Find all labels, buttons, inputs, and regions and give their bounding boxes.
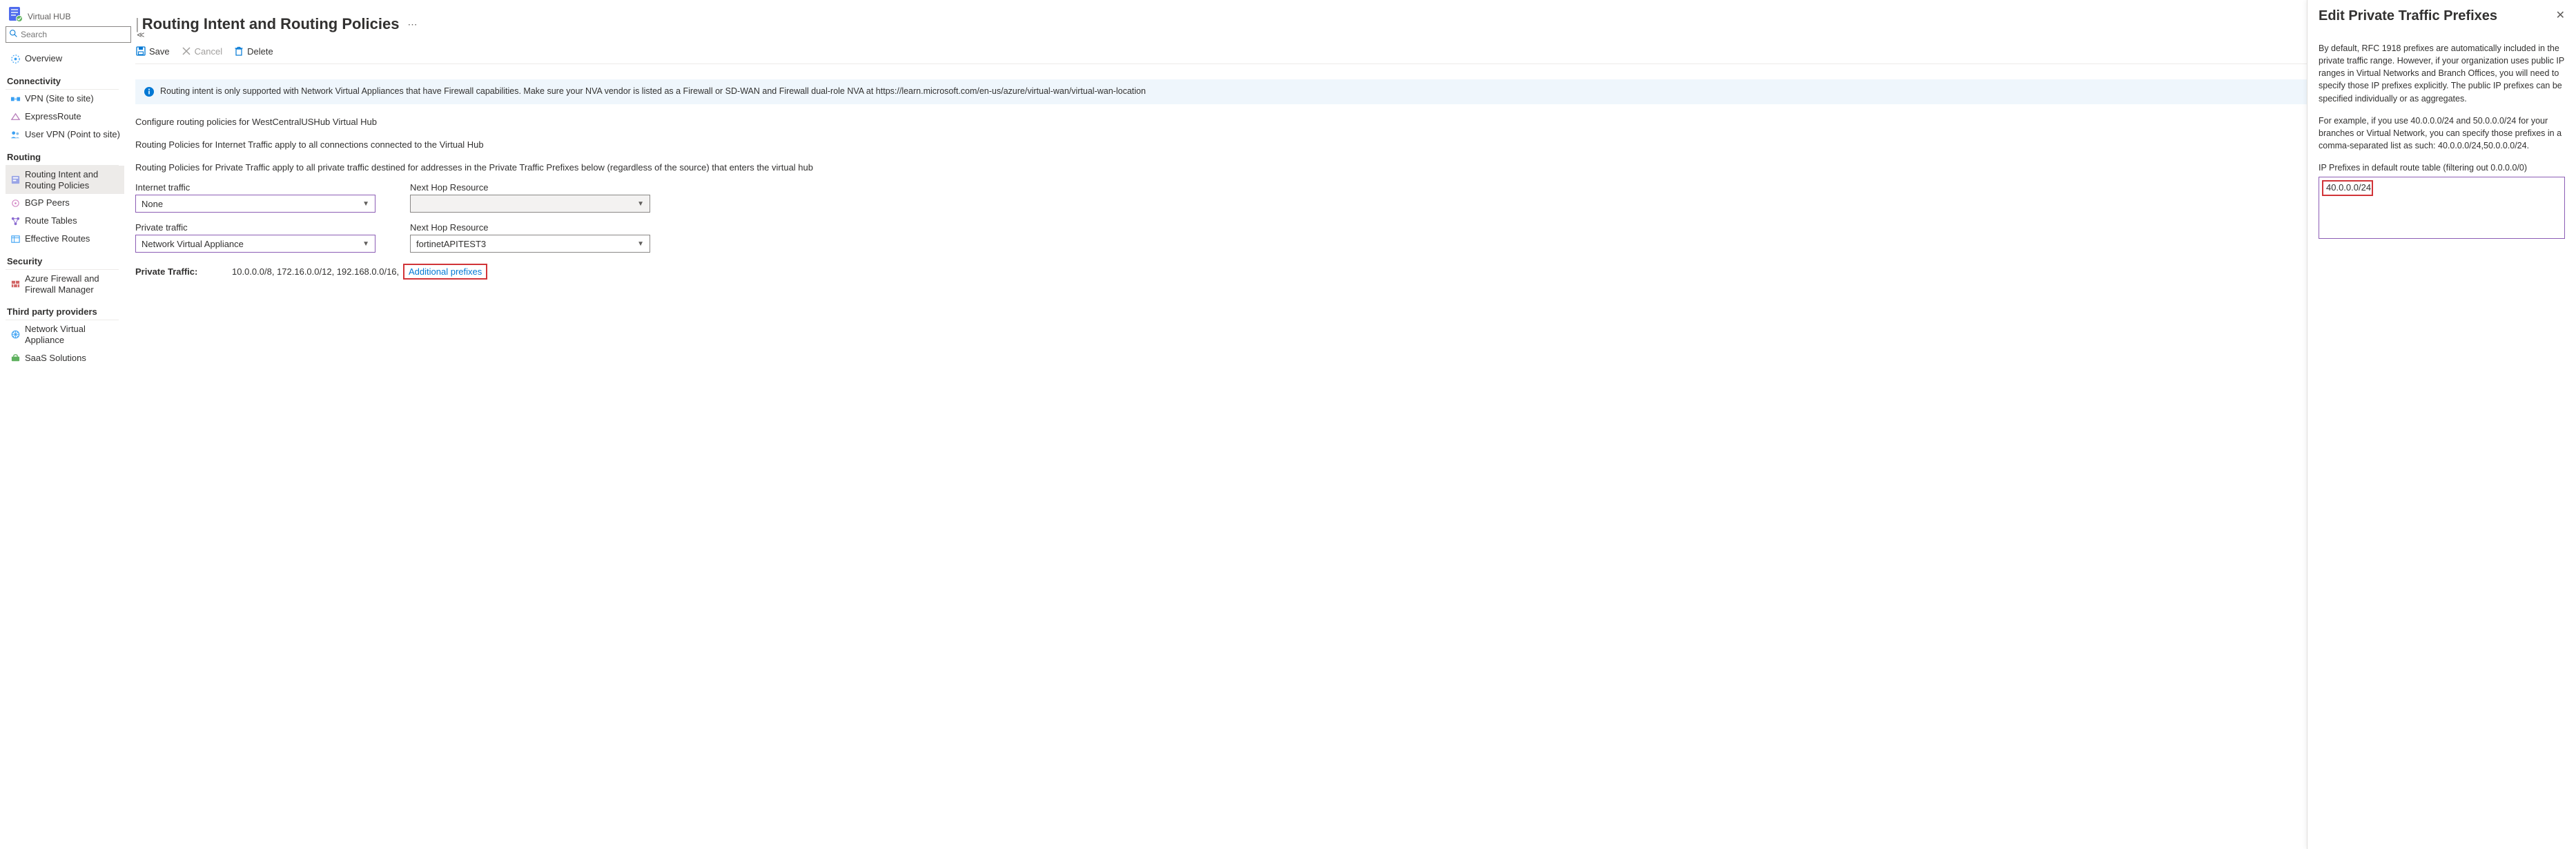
pipe-divider: | — [135, 15, 139, 33]
internet-traffic-value: None — [142, 199, 163, 209]
sidebar-item-expressroute[interactable]: ExpressRoute — [6, 108, 124, 126]
close-icon[interactable]: ✕ — [2556, 8, 2565, 22]
private-traffic-static-label: Private Traffic: — [135, 266, 232, 277]
toolbar: Save Cancel Delete — [135, 46, 2307, 57]
main-content: | Routing Intent and Routing Policies ⋯ … — [124, 0, 2307, 849]
chevron-down-icon: ▼ — [637, 200, 644, 208]
section-routing: Routing — [6, 146, 119, 166]
private-traffic-label: Private traffic — [135, 222, 375, 233]
overview-icon — [10, 53, 21, 64]
routing-intent-icon — [10, 175, 21, 186]
sidebar-item-label: ExpressRoute — [25, 111, 120, 122]
save-icon — [135, 46, 146, 57]
desc-3: Routing Policies for Private Traffic app… — [135, 162, 2307, 173]
bgp-icon — [10, 197, 21, 208]
section-security: Security — [6, 251, 119, 270]
uservpn-icon — [10, 129, 21, 140]
sidebar-item-routing-intent[interactable]: Routing Intent and Routing Policies — [6, 166, 124, 194]
saas-icon — [10, 353, 21, 364]
title-bar: | Routing Intent and Routing Policies ⋯ — [135, 0, 2307, 33]
section-connectivity: Connectivity — [6, 70, 119, 90]
sidebar-item-label: Effective Routes — [25, 233, 120, 244]
search-input[interactable] — [21, 30, 128, 39]
sidebar-item-label: Routing Intent and Routing Policies — [25, 169, 120, 191]
sidebar-item-nva[interactable]: Network Virtual Appliance — [6, 320, 124, 349]
hub-icon — [7, 6, 23, 22]
hub-header: Virtual HUB — [6, 6, 124, 22]
sidebar-item-saas[interactable]: SaaS Solutions — [6, 349, 124, 367]
route-tables-icon — [10, 215, 21, 226]
sidebar: Virtual HUB ≪ Overview Connectivity VPN … — [0, 0, 124, 849]
panel-paragraph-1: By default, RFC 1918 prefixes are automa… — [2319, 42, 2565, 105]
search-input-wrap[interactable] — [6, 26, 131, 43]
internet-traffic-label: Internet traffic — [135, 182, 375, 193]
additional-prefixes-highlight: Additional prefixes — [403, 264, 487, 280]
internet-traffic-select[interactable]: None ▼ — [135, 195, 375, 213]
cancel-icon — [181, 46, 192, 57]
sidebar-item-vpn-s2s[interactable]: VPN (Site to site) — [6, 90, 124, 108]
sidebar-item-route-tables[interactable]: Route Tables — [6, 212, 124, 230]
chevron-down-icon: ▼ — [362, 240, 369, 248]
sidebar-item-azure-firewall[interactable]: Azure Firewall and Firewall Manager — [6, 270, 124, 298]
sidebar-item-label: Network Virtual Appliance — [25, 324, 120, 345]
page-title: Routing Intent and Routing Policies — [142, 15, 400, 33]
delete-icon — [233, 46, 244, 57]
cancel-label: Cancel — [195, 46, 222, 57]
sidebar-item-effective-routes[interactable]: Effective Routes — [6, 230, 124, 248]
sidebar-item-label: User VPN (Point to site) — [25, 129, 120, 140]
chevron-down-icon: ▼ — [362, 200, 369, 208]
prefixes-input-label: IP Prefixes in default route table (filt… — [2319, 162, 2565, 174]
nexthop2-value: fortinetAPITEST3 — [416, 239, 486, 249]
desc-1: Configure routing policies for WestCentr… — [135, 117, 2307, 127]
desc-2: Routing Policies for Internet Traffic ap… — [135, 139, 2307, 150]
sidebar-item-label: Overview — [25, 53, 120, 64]
firewall-icon — [10, 279, 21, 290]
sidebar-item-label: BGP Peers — [25, 197, 120, 208]
nexthop2-label: Next Hop Resource — [410, 222, 650, 233]
sidebar-item-label: Azure Firewall and Firewall Manager — [25, 273, 120, 295]
additional-prefixes-link[interactable]: Additional prefixes — [409, 266, 482, 277]
panel-paragraph-2: For example, if you use 40.0.0.0/24 and … — [2319, 115, 2565, 152]
info-banner: Routing intent is only supported with Ne… — [135, 79, 2307, 104]
search-icon — [9, 29, 18, 40]
nexthop2-select[interactable]: fortinetAPITEST3 ▼ — [410, 235, 650, 253]
sidebar-item-label: Route Tables — [25, 215, 120, 226]
private-traffic-value: Network Virtual Appliance — [142, 239, 244, 249]
section-third-party: Third party providers — [6, 301, 119, 320]
prefix-value-highlight: 40.0.0.0/24 — [2322, 180, 2373, 196]
prefixes-textarea[interactable]: 40.0.0.0/24 — [2319, 177, 2565, 239]
nexthop1-select: ▼ — [410, 195, 650, 213]
panel-title: Edit Private Traffic Prefixes — [2319, 8, 2497, 24]
sidebar-item-overview[interactable]: Overview — [6, 50, 124, 68]
cancel-button: Cancel — [181, 46, 222, 57]
save-label: Save — [149, 46, 170, 57]
info-icon — [144, 86, 155, 97]
delete-label: Delete — [247, 46, 273, 57]
effective-routes-icon — [10, 233, 21, 244]
private-traffic-select[interactable]: Network Virtual Appliance ▼ — [135, 235, 375, 253]
sidebar-item-bgp[interactable]: BGP Peers — [6, 194, 124, 212]
more-icon[interactable]: ⋯ — [407, 19, 417, 30]
sidebar-item-label: VPN (Site to site) — [25, 93, 120, 104]
edit-prefixes-panel: Edit Private Traffic Prefixes ✕ By defau… — [2307, 0, 2576, 849]
info-text: Routing intent is only supported with Ne… — [160, 86, 1146, 96]
save-button[interactable]: Save — [135, 46, 170, 57]
nexthop1-label: Next Hop Resource — [410, 182, 650, 193]
sidebar-item-label: SaaS Solutions — [25, 353, 120, 364]
vpn-icon — [10, 93, 21, 104]
chevron-down-icon: ▼ — [637, 240, 644, 248]
expressroute-icon — [10, 111, 21, 122]
nva-icon — [10, 329, 21, 340]
delete-button[interactable]: Delete — [233, 46, 273, 57]
hub-name: Virtual HUB — [28, 12, 70, 21]
sidebar-item-uservpn[interactable]: User VPN (Point to site) — [6, 126, 124, 144]
private-traffic-prefixes: 10.0.0.0/8, 172.16.0.0/12, 192.168.0.0/1… — [232, 266, 403, 277]
